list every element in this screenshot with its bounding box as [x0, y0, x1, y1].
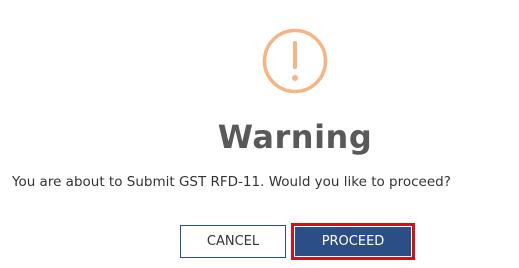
exclamation-circle-icon	[262, 28, 328, 94]
warning-dialog: Warning You are about to Submit GST RFD-…	[0, 0, 519, 268]
dialog-title: Warning	[217, 118, 373, 156]
proceed-button[interactable]: PROCEED	[295, 227, 411, 256]
cancel-button[interactable]: CANCEL	[180, 225, 286, 258]
dialog-message: You are about to Submit GST RFD-11. Woul…	[12, 174, 451, 190]
